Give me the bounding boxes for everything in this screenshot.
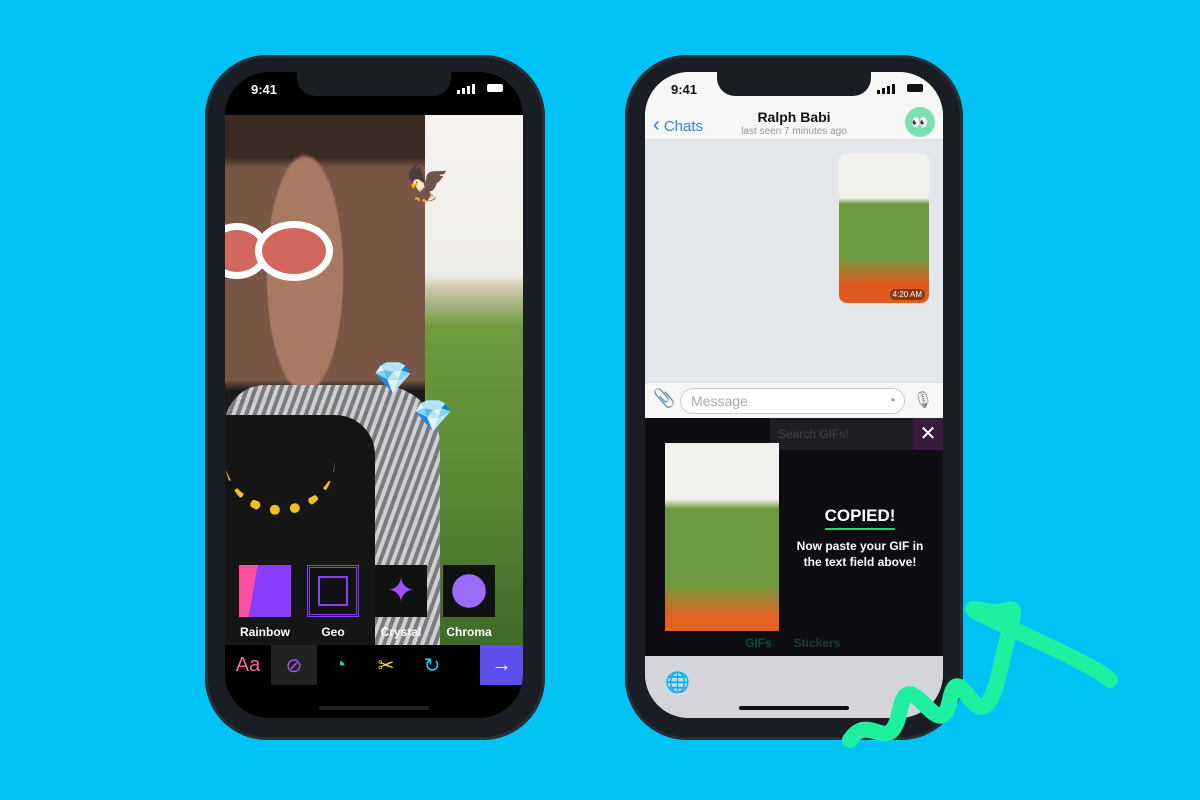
sticker-label: Rainbow: [240, 625, 290, 639]
left-phone: 9:41 🦅 💎 💎 Rainbow Geo ✦ Crystal Chroma A…: [205, 55, 545, 740]
last-seen: last seen 7 minutes ago: [741, 126, 847, 137]
link-icon[interactable]: ⊘: [271, 645, 317, 685]
sticker-label: Chroma: [446, 625, 492, 639]
sticker-pack-crystal[interactable]: ✦ Crystal: [375, 565, 427, 641]
diamond-sticker[interactable]: 💎: [413, 397, 453, 435]
sticker-pack-geo[interactable]: Geo: [307, 565, 359, 641]
copied-gif-preview: [665, 443, 779, 631]
sticker-label: Geo: [321, 625, 345, 639]
status-time: 9:41: [251, 82, 278, 97]
message-input[interactable]: Message ◔: [680, 388, 905, 414]
keyboard-tabs: GIFs Stickers: [745, 636, 840, 650]
signal-icon: [877, 84, 895, 94]
battery-icon: [487, 84, 503, 92]
gif-search-input[interactable]: Search GIFs!: [770, 418, 913, 450]
sticker-pack-chroma[interactable]: Chroma: [443, 565, 495, 641]
notch: [297, 72, 451, 96]
globe-icon[interactable]: 🌐: [665, 670, 690, 695]
sticker-label: Crystal: [380, 625, 422, 639]
gif-message[interactable]: 4:20 AM: [839, 153, 929, 303]
sticker-icon[interactable]: ◔: [888, 392, 896, 408]
message-time: 4:20 AM: [889, 289, 925, 300]
redo-icon[interactable]: ↻: [409, 645, 455, 685]
notch: [717, 72, 871, 96]
attach-icon[interactable]: 📎: [653, 388, 675, 409]
copied-title: COPIED!: [824, 506, 896, 530]
close-icon[interactable]: ✕: [913, 418, 943, 450]
scissors-icon[interactable]: ✂: [363, 645, 409, 685]
camera-editor-screen: 9:41 🦅 💎 💎 Rainbow Geo ✦ Crystal Chroma A…: [225, 72, 523, 718]
tab-gifs[interactable]: GIFs: [745, 636, 772, 650]
diamond-sticker[interactable]: 💎: [373, 359, 413, 397]
message-placeholder: Message: [691, 393, 748, 409]
text-icon[interactable]: Aa: [225, 645, 271, 685]
sticker-icon[interactable]: ◔: [317, 645, 363, 685]
sticker-pack-list: Rainbow Geo ✦ Crystal Chroma: [225, 565, 523, 641]
battery-icon: [907, 84, 923, 92]
message-input-bar: 📎 Message ◔ 🎙: [645, 382, 943, 418]
squiggle-decoration: [842, 601, 1118, 748]
editor-toolbar: Aa ⊘ ◔ ✂ ↻ →: [225, 645, 523, 685]
copied-message: COPIED! Now paste your GIF in the text f…: [790, 506, 930, 570]
status-time: 9:41: [671, 82, 698, 97]
arrow-right-icon[interactable]: →: [480, 645, 523, 685]
sunglasses-sticker[interactable]: [255, 221, 333, 281]
chat-messages: 4:20 AM: [645, 140, 943, 382]
copied-text: Now paste your GIF in the text field abo…: [796, 539, 924, 569]
sticker-pack-rainbow[interactable]: Rainbow: [239, 565, 291, 641]
microphone-icon[interactable]: 🎙: [913, 390, 933, 410]
home-indicator: [319, 706, 429, 710]
bird-sticker[interactable]: 🦅: [405, 163, 450, 205]
selfie-photo: 🦅 💎 💎 Rainbow Geo ✦ Crystal Chroma: [225, 115, 523, 645]
signal-icon: [457, 84, 475, 94]
